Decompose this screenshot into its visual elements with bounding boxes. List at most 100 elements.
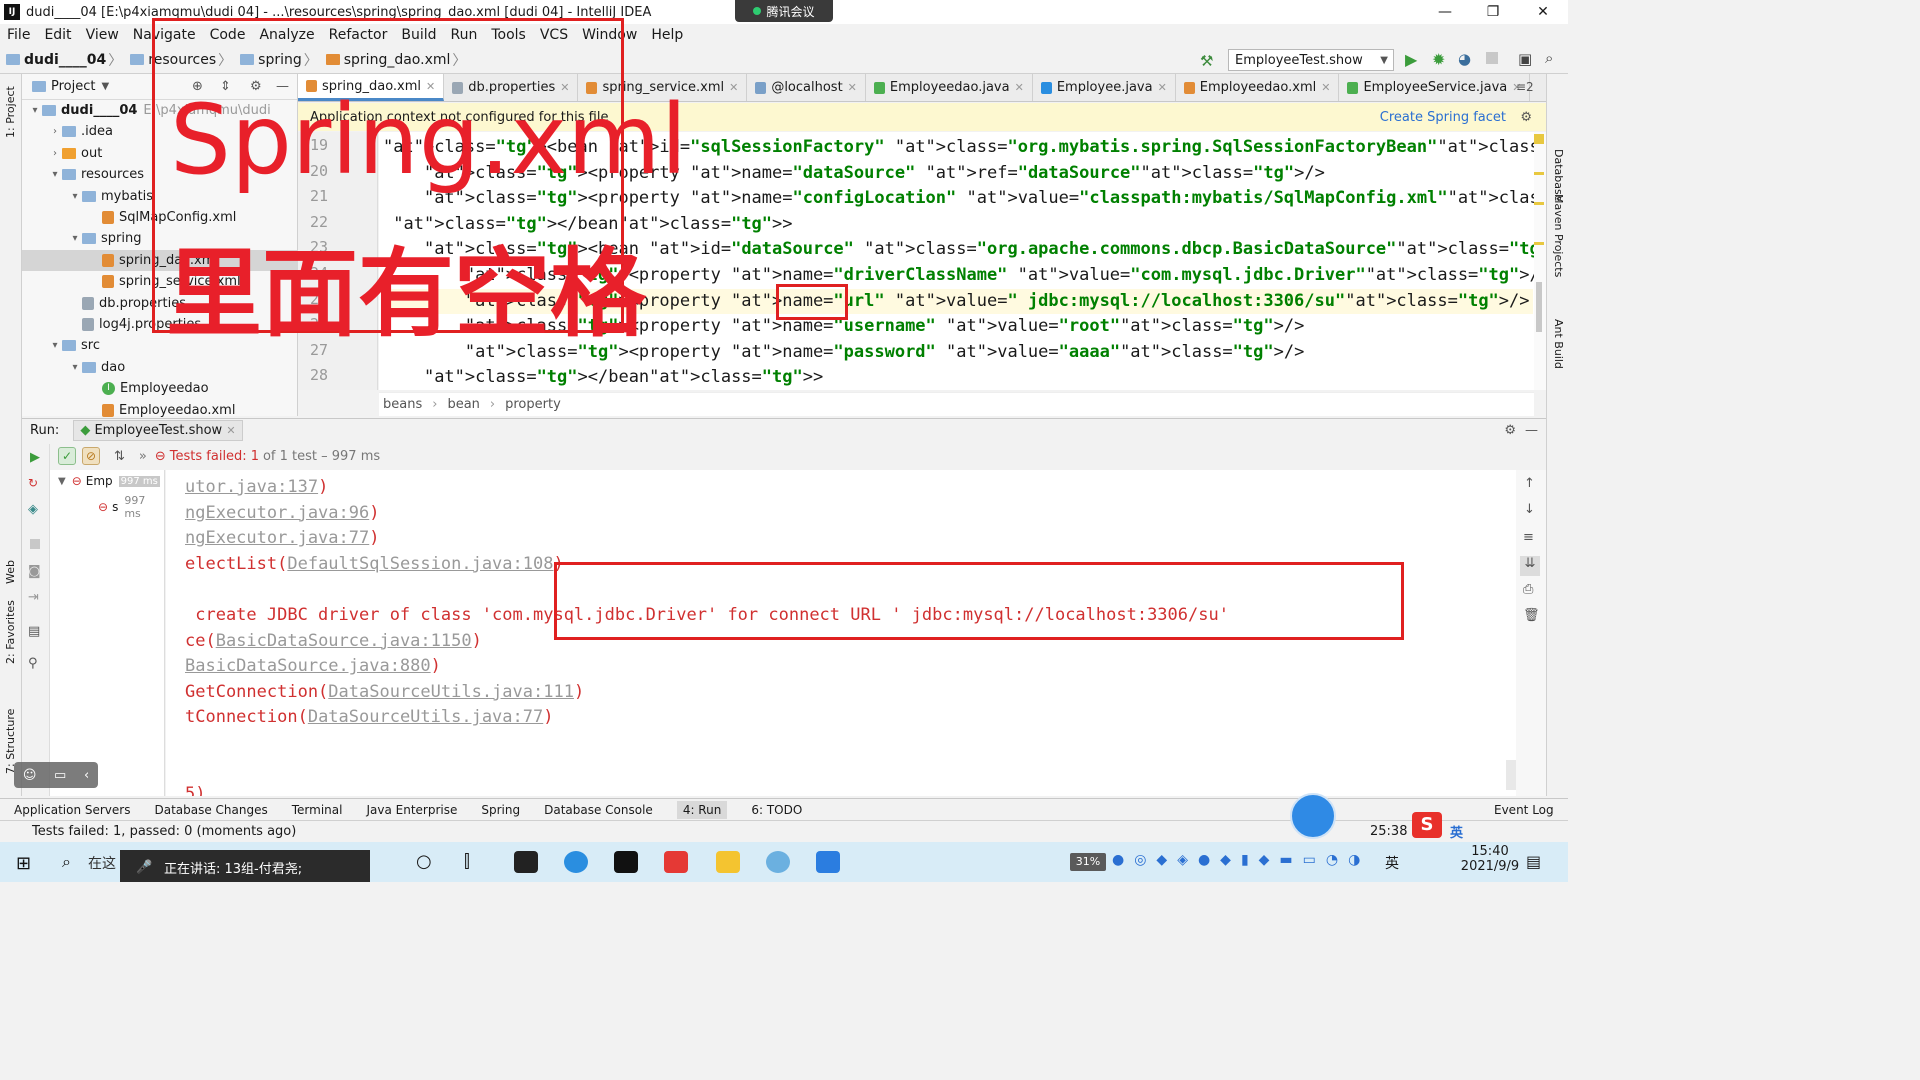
run-tab[interactable]: ◆ EmployeeTest.show ✕ [73, 420, 243, 441]
close-icon[interactable]: ✕ [848, 81, 857, 94]
taskbar-ime[interactable]: 英 [1385, 853, 1399, 873]
maximize-button[interactable]: ❐ [1470, 0, 1516, 24]
editor-tab[interactable]: EmployeeService.java ✕ [1339, 74, 1531, 101]
tree-item[interactable]: I Employeedao [22, 378, 298, 399]
maven-tool-tab[interactable]: Maven Projects [1552, 194, 1565, 277]
editor-scrollbar[interactable] [1534, 132, 1546, 390]
menu-edit[interactable]: Edit [37, 27, 78, 43]
sogou-ime-icon[interactable]: S [1412, 812, 1442, 838]
favorites-tool-tab[interactable]: 2: Favorites [4, 600, 17, 664]
show-ignored-icon[interactable]: ⊘ [82, 447, 100, 465]
tool-spring[interactable]: Spring [481, 803, 520, 817]
gear-icon[interactable]: ⚙ [1520, 110, 1532, 125]
tree-item[interactable]: ▾ dao [22, 357, 298, 378]
tool-terminal[interactable]: Terminal [292, 803, 343, 817]
widgets-icon[interactable]: ⫿ [464, 851, 470, 872]
pin-icon[interactable]: ⚲ [28, 656, 38, 671]
chevron-right-icon[interactable]: › [48, 148, 62, 159]
project-tool-tab[interactable]: 1: Project [4, 86, 17, 138]
tool-database-console[interactable]: Database Console [544, 803, 653, 817]
print-icon[interactable]: ⎙ [1523, 582, 1533, 597]
task-view-icon[interactable]: ○ [416, 851, 432, 872]
more-icon[interactable]: » [139, 449, 147, 464]
web-tool-tab[interactable]: Web [4, 560, 17, 584]
chevron-down-icon[interactable]: ▾ [68, 191, 82, 202]
meeting-floating-ball[interactable] [1290, 793, 1336, 839]
stop-icon[interactable] [1486, 52, 1498, 64]
chevron-down-icon[interactable]: ▾ [48, 340, 62, 351]
stacktrace-link[interactable]: utor.java:137 [185, 477, 318, 497]
trash-icon[interactable]: 🗑 [1523, 608, 1540, 623]
show-passed-icon[interactable]: ✓ [58, 447, 76, 465]
tool-java-enterprise[interactable]: Java Enterprise [366, 803, 457, 817]
smile-icon[interactable]: ☺ [23, 768, 37, 783]
tencent-meeting-badge[interactable]: 腾讯会议 [735, 0, 833, 22]
test-class-row[interactable]: ▼ ⊖ Emp 997 ms [58, 474, 160, 488]
chevron-down-icon[interactable]: ▾ [28, 105, 42, 116]
menu-help[interactable]: Help [644, 27, 690, 43]
project-structure-icon[interactable]: ▣ [1518, 50, 1532, 68]
wps-icon[interactable] [664, 851, 688, 873]
hide-icon[interactable]: — [1525, 423, 1538, 438]
tool-database-changes[interactable]: Database Changes [154, 803, 267, 817]
gear-icon[interactable]: ⚙ [1504, 423, 1516, 438]
run-icon[interactable]: ▶ [1405, 50, 1417, 69]
build-hammer-icon[interactable]: ⚒ [1200, 52, 1213, 70]
taskbar-search[interactable]: 在这 [88, 853, 116, 873]
exit-icon[interactable]: ⇥ [28, 590, 39, 605]
feishu-icon[interactable] [564, 851, 588, 873]
intellij-icon[interactable] [614, 851, 638, 873]
search-icon[interactable]: ⌕ [62, 852, 71, 872]
network-icon[interactable] [766, 851, 790, 873]
chevron-down-icon[interactable]: ▼ [101, 81, 109, 92]
editor-tab[interactable]: Employee.java ✕ [1033, 74, 1176, 101]
tool-event-log[interactable]: Event Log [1494, 803, 1554, 817]
scroll-thumb[interactable] [1536, 282, 1542, 332]
stacktrace-link[interactable]: DefaultSqlSession.java:108 [287, 554, 553, 574]
close-button[interactable]: ✕ [1520, 0, 1566, 24]
arrow-up-icon[interactable]: ↑ [1524, 476, 1535, 491]
stacktrace-link[interactable]: DataSourceUtils.java:111 [328, 682, 574, 702]
taskbar-clock[interactable]: 15:40 2021/9/9 [1460, 844, 1520, 874]
qq-icon[interactable] [514, 851, 538, 873]
chevron-left-icon[interactable]: ‹ [84, 768, 89, 783]
rerun-failed-icon[interactable]: ↻ [28, 476, 38, 490]
stacktrace-link[interactable]: BasicDataSource.java:880 [185, 656, 431, 676]
menu-view[interactable]: View [79, 27, 126, 43]
editor-tab[interactable]: Employeedao.java ✕ [866, 74, 1033, 101]
debug-icon[interactable]: ✹ [1432, 50, 1445, 69]
chevron-down-icon[interactable]: ▾ [48, 169, 62, 180]
sort-icon[interactable]: ⇅ [114, 449, 125, 464]
arrow-down-icon[interactable]: ↓ [1524, 502, 1535, 517]
search-icon[interactable]: ⌕ [1545, 49, 1553, 67]
breadcrumb-bean[interactable]: bean [447, 397, 479, 412]
stacktrace-link[interactable]: DataSourceUtils.java:77 [308, 707, 543, 727]
close-icon[interactable]: ✕ [1015, 81, 1024, 94]
tencent-meeting-icon[interactable] [816, 851, 840, 873]
coverage-icon[interactable]: ◕ [1458, 50, 1471, 68]
ime-indicator[interactable]: 英 [1450, 822, 1463, 841]
warning-marker[interactable] [1534, 134, 1544, 144]
breadcrumb-property[interactable]: property [505, 397, 561, 412]
chevron-down-icon[interactable]: ▾ [68, 362, 82, 373]
close-icon[interactable]: ✕ [1158, 81, 1167, 94]
stacktrace-link[interactable]: ngExecutor.java:96 [185, 503, 369, 523]
explorer-icon[interactable] [716, 851, 740, 873]
layout-icon[interactable]: ▤ [28, 624, 40, 639]
stacktrace-link[interactable]: ngExecutor.java:77 [185, 528, 369, 548]
tool-run[interactable]: 4: Run [676, 800, 728, 819]
camera-icon[interactable]: ◙ [28, 564, 41, 579]
nav-crumb-project[interactable]: dudi____04 [24, 52, 106, 68]
editor-tab[interactable]: Employeedao.xml ✕ [1176, 74, 1340, 101]
create-spring-facet-link[interactable]: Create Spring facet [1380, 110, 1506, 125]
chat-icon[interactable]: ▭ [54, 768, 66, 783]
menu-file[interactable]: File [0, 27, 37, 43]
code-line[interactable]: "at">class="tg"></bean"at">class="tg">> [383, 365, 823, 390]
close-icon[interactable]: ✕ [226, 424, 235, 437]
stacktrace-link[interactable]: BasicDataSource.java:1150 [216, 631, 472, 651]
scroll-to-end-icon[interactable]: ⇊ [1520, 556, 1540, 576]
battery-indicator[interactable]: 31% [1070, 853, 1106, 871]
chevron-down-icon[interactable]: ▾ [68, 233, 82, 244]
test-method-row[interactable]: ⊖ s 997 ms [98, 494, 164, 520]
close-icon[interactable]: ✕ [729, 81, 738, 94]
